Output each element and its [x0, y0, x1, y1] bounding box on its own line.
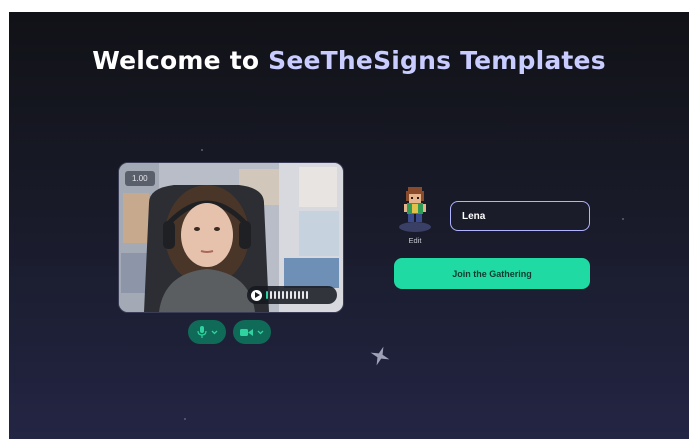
star-dot	[622, 218, 624, 220]
camera-toggle-button[interactable]	[233, 320, 271, 344]
audio-level-segment	[298, 291, 300, 299]
page-title: Welcome to SeeTheSigns Templates	[9, 46, 689, 75]
welcome-prefix: Welcome to	[92, 46, 260, 75]
audio-level-segment	[266, 291, 268, 299]
audio-level-meter	[266, 291, 308, 299]
app-frame: Welcome to SeeTheSigns Templates 1.00 Ed…	[9, 12, 689, 439]
audio-level-segment	[302, 291, 304, 299]
star-dot	[201, 149, 203, 151]
space-name: SeeTheSigns Templates	[268, 46, 606, 75]
chevron-down-icon[interactable]	[211, 330, 218, 335]
microphone-toggle-button[interactable]	[188, 320, 226, 344]
audio-level-segment	[274, 291, 276, 299]
zoom-level-badge: 1.00	[125, 171, 155, 186]
microphone-icon	[196, 326, 207, 338]
star-dot	[184, 418, 186, 420]
avatar-sprite[interactable]	[397, 184, 433, 234]
camera-preview: 1.00	[118, 162, 344, 313]
edit-avatar-link[interactable]: Edit	[397, 236, 433, 245]
audio-level-segment	[270, 291, 272, 299]
audio-level-segment	[290, 291, 292, 299]
camera-icon	[240, 328, 253, 336]
sparkle-icon	[370, 346, 390, 366]
play-icon[interactable]	[251, 289, 262, 301]
chevron-down-icon[interactable]	[257, 330, 264, 335]
display-name-input[interactable]	[450, 201, 590, 231]
audio-level-segment	[306, 291, 308, 299]
audio-level-bar	[247, 286, 337, 304]
audio-level-segment	[282, 291, 284, 299]
audio-level-segment	[294, 291, 296, 299]
audio-level-segment	[286, 291, 288, 299]
join-gathering-button[interactable]: Join the Gathering	[394, 258, 590, 289]
audio-level-segment	[278, 291, 280, 299]
